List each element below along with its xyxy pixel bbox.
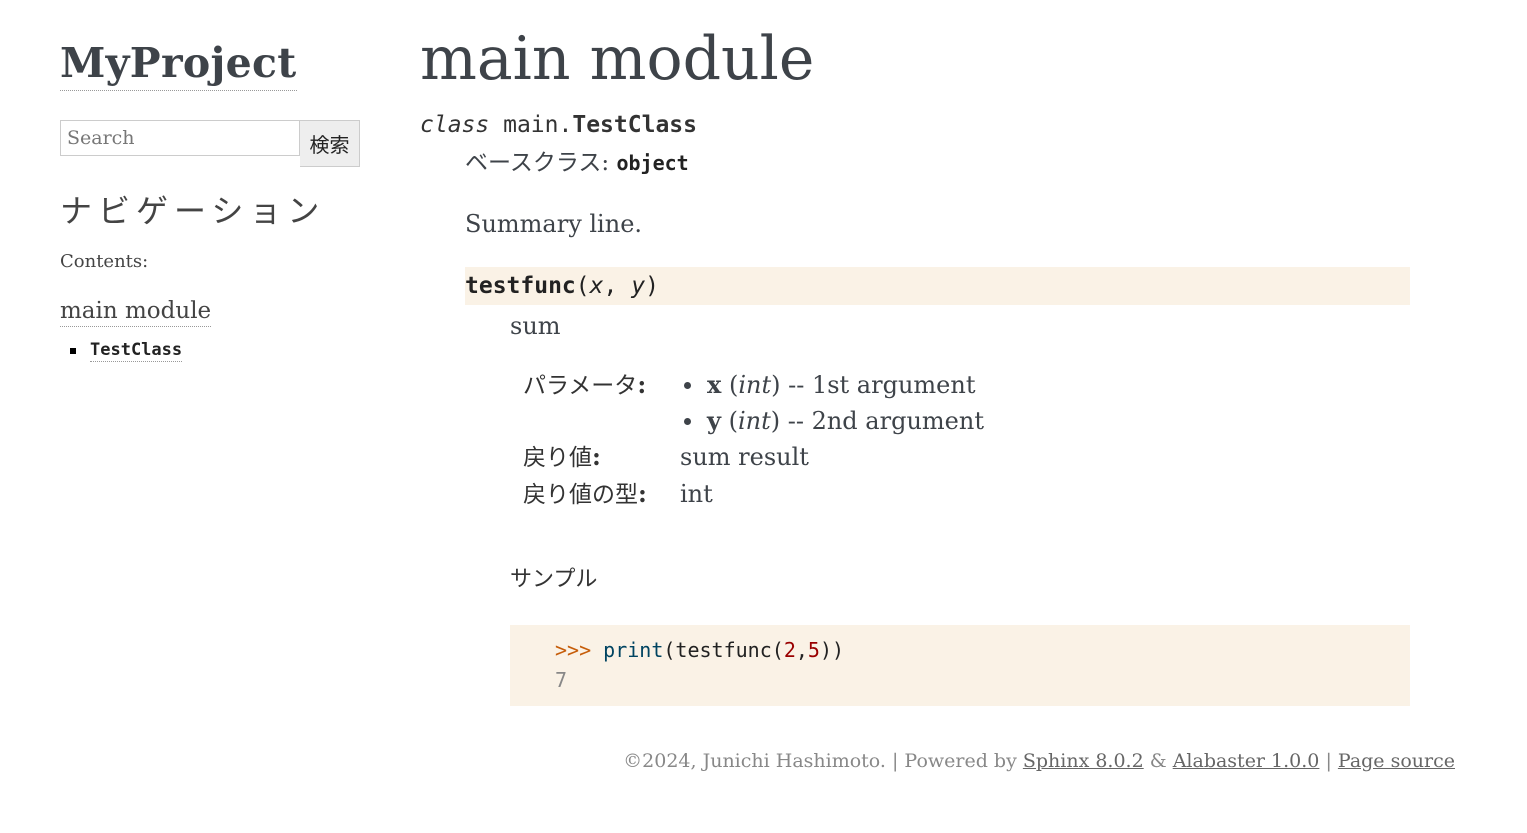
search-form: 検索 — [60, 120, 360, 167]
param-list: x (int) -- 1st argument y (int) -- 2nd a… — [680, 367, 1410, 439]
class-name: TestClass — [572, 112, 697, 138]
param-type: int — [738, 371, 772, 399]
method-description: sum — [510, 312, 561, 340]
base-classes: ベースクラス: object — [465, 148, 1410, 178]
page-source-link[interactable]: Page source — [1338, 750, 1455, 772]
sidebar: MyProject 検索 ナビゲーション Contents: main modu… — [60, 36, 360, 362]
footer-separator: | — [1319, 750, 1338, 772]
code-line-input: >>> print(testfunc(2,5)) — [555, 635, 1410, 665]
toc-sub-list: TestClass — [70, 339, 360, 362]
toc-testclass-link[interactable]: TestClass — [90, 339, 183, 362]
params-field-name: パラメータ: — [523, 370, 647, 399]
class-signature: class main.TestClass — [420, 110, 1410, 140]
param-item: x (int) -- 1st argument — [680, 367, 1410, 403]
method-signature: testfunc(x, y) — [465, 267, 1410, 305]
bullet-icon — [684, 417, 691, 425]
param-desc: 1st argument — [811, 371, 976, 399]
footer: ©2024, Junichi Hashimoto. | Powered by S… — [623, 750, 1455, 772]
bullet-icon — [684, 381, 691, 389]
page-title: main module — [420, 24, 815, 94]
returns-value: sum result — [680, 443, 809, 471]
class-body: ベースクラス: object Summary line. testfunc(x,… — [465, 148, 1410, 706]
code-builtin: print — [603, 638, 664, 662]
code-prompt: >>> — [555, 638, 604, 662]
toc-main-module-link[interactable]: main module — [60, 296, 212, 327]
code-number: 2 — [783, 638, 796, 662]
class-keyword: class — [420, 112, 490, 138]
param-y: y — [631, 273, 646, 299]
field-list: パラメータ: x (int) -- 1st argument y (int) -… — [523, 367, 1410, 513]
code-output: 7 — [555, 668, 568, 692]
class-summary: Summary line. — [465, 210, 643, 238]
base-class-object: object — [616, 151, 689, 175]
contents-label: Contents: — [60, 251, 149, 272]
method-name: testfunc — [465, 273, 576, 299]
param-separator: , — [603, 273, 632, 299]
search-input[interactable] — [60, 120, 300, 156]
open-paren: ( — [575, 273, 590, 299]
method-body: sum パラメータ: x (int) -- 1st argument y (in… — [510, 309, 1410, 706]
param-desc: 2nd argument — [811, 407, 984, 435]
search-button[interactable]: 検索 — [300, 120, 360, 167]
rtype-field-name: 戻り値の型: — [523, 479, 647, 508]
param-name: x — [707, 370, 722, 399]
main-content: main module class main.TestClass ベースクラス:… — [420, 20, 1410, 706]
footer-amp: & — [1143, 750, 1173, 772]
navigation-heading: ナビゲーション — [60, 192, 326, 230]
returns-field-name: 戻り値: — [523, 442, 601, 471]
rtype-value: int — [680, 480, 713, 508]
returns-label: 戻り値 — [523, 445, 592, 471]
sphinx-link[interactable]: Sphinx 8.0.2 — [1023, 750, 1144, 772]
sample-heading: サンプル — [510, 567, 598, 592]
rtype-label: 戻り値の型 — [523, 482, 638, 508]
code-text: (testfunc( — [663, 638, 784, 662]
project-logo-link[interactable]: MyProject — [60, 36, 297, 91]
param-x: x — [589, 273, 604, 299]
param-item: y (int) -- 2nd argument — [680, 403, 1410, 439]
square-bullet-icon — [70, 347, 76, 354]
class-module-prefix: main. — [503, 112, 573, 138]
params-label: パラメータ — [523, 373, 638, 399]
footer-copyright: ©2024, Junichi Hashimoto. | Powered by — [623, 750, 1023, 772]
code-number: 5 — [807, 638, 820, 662]
code-text: , — [795, 638, 808, 662]
alabaster-link[interactable]: Alabaster 1.0.0 — [1173, 750, 1320, 772]
param-name: y — [707, 406, 721, 435]
close-paren: ) — [645, 273, 659, 299]
param-type: int — [737, 407, 771, 435]
code-example: >>> print(testfunc(2,5)) 7 — [510, 625, 1410, 706]
toc-sub-item: TestClass — [70, 339, 360, 362]
bases-label: ベースクラス: — [465, 150, 617, 176]
code-text: )) — [819, 638, 845, 662]
